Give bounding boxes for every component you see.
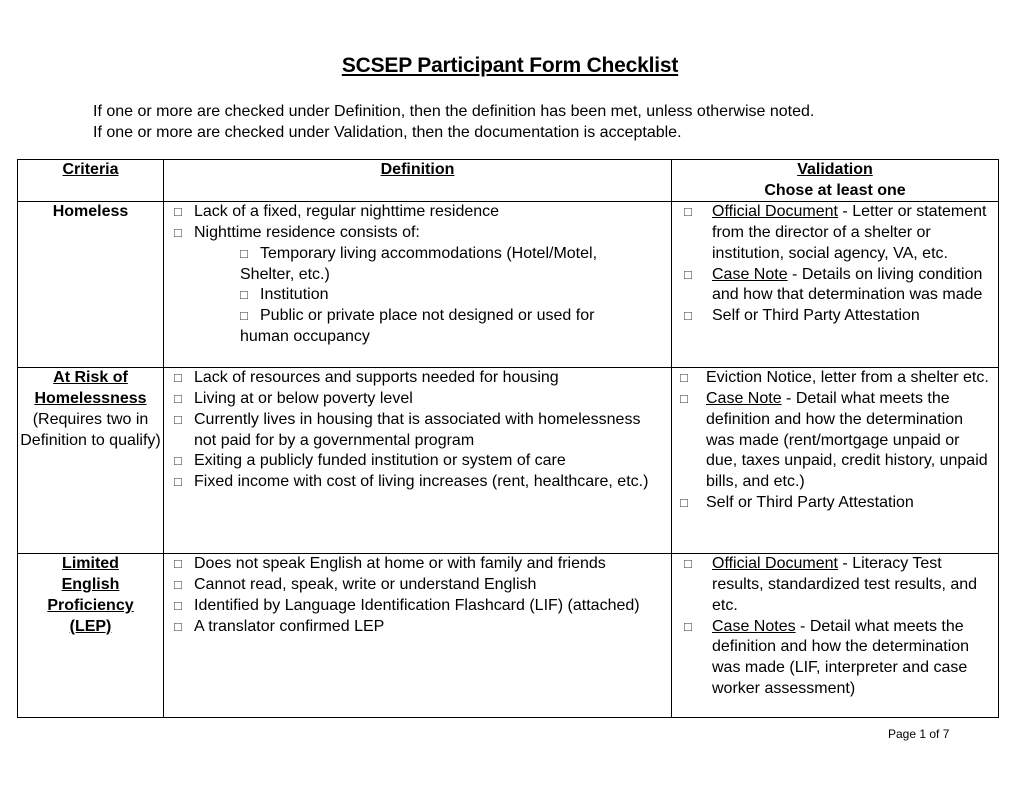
checklist-table: Criteria Definition Validation Chose at … (17, 158, 999, 719)
criteria-title: Limited (62, 555, 119, 573)
validation-cell: □ Official Document - Letter or statement… (671, 201, 999, 369)
checkbox-icon[interactable]: □ (680, 493, 706, 514)
header-validation-note: Chose at least one (764, 181, 906, 199)
header-validation-title: Validation (797, 161, 873, 178)
criteria-title: At Risk of (53, 369, 128, 387)
page-number: Page 1 of 7 (888, 727, 950, 741)
checkbox-icon[interactable]: □ (684, 554, 712, 616)
checkbox-icon[interactable]: □ (174, 389, 194, 410)
validation-label: Official Document (712, 203, 838, 221)
table-header-row: Criteria Definition Validation Chose at … (17, 158, 999, 203)
definition-item[interactable]: □ Living at or below poverty level (164, 389, 671, 410)
definition-item[interactable]: □ A translator confirmed LEP (164, 617, 671, 638)
definition-item[interactable]: □ Fixed income with cost of living increa… (164, 472, 671, 493)
checkbox-icon[interactable]: □ (684, 202, 712, 264)
checkbox-icon[interactable]: □ (174, 410, 194, 451)
checkbox-icon[interactable]: □ (174, 451, 194, 472)
validation-item[interactable]: □ Eviction Notice, letter from a shelter … (672, 368, 998, 389)
validation-label: Case Note (706, 390, 782, 408)
checkbox-icon[interactable]: □ (174, 554, 194, 575)
definition-cell: □ Lack of resources and supports needed f… (163, 367, 672, 555)
validation-item[interactable]: □ Official Document - Literacy Test resul… (672, 554, 998, 616)
criteria-title: Proficiency (47, 596, 134, 614)
intro-line: If one or more are checked under Definit… (93, 103, 815, 120)
checkbox-icon[interactable]: □ (240, 306, 260, 327)
checkbox-icon[interactable]: □ (684, 617, 712, 700)
checkbox-icon[interactable]: □ (680, 389, 706, 493)
header-criteria: Criteria (17, 158, 164, 203)
criteria-title: (LEP) (69, 617, 112, 635)
definition-subitem-continuation: human occupancy (240, 327, 370, 345)
definition-item[interactable]: □ Currently lives in housing that is asso… (164, 410, 671, 451)
definition-item[interactable]: □ Exiting a publicly funded institution o… (164, 451, 671, 472)
validation-label: Case Note (712, 265, 788, 283)
table-row: At Risk of Homelessness (Requires two in… (17, 367, 999, 555)
checkbox-icon[interactable]: □ (684, 265, 712, 306)
validation-item[interactable]: □ Case Notes - Detail what meets the defi… (672, 617, 998, 700)
criteria-title: Homeless (52, 203, 129, 221)
validation-label: Case Notes (712, 617, 796, 635)
checkbox-icon[interactable]: □ (174, 368, 194, 389)
checkbox-icon[interactable]: □ (174, 596, 194, 617)
header-validation: Validation Chose at least one (671, 158, 999, 203)
checkbox-icon[interactable]: □ (684, 306, 712, 327)
criteria-note: (Requires two in Definition to qualify) (20, 410, 161, 449)
definition-subitem[interactable]: □ Public or private place not designed or… (164, 306, 671, 327)
criteria-cell: Limited English Proficiency (LEP) (17, 553, 164, 719)
criteria-title: English (61, 576, 120, 594)
checkbox-icon[interactable]: □ (174, 617, 194, 638)
validation-item[interactable]: □ Case Note - Detail what meets the defin… (672, 389, 998, 493)
criteria-title: Homelessness (34, 390, 147, 408)
definition-item[interactable]: □ Lack of resources and supports needed f… (164, 368, 671, 389)
validation-cell: □ Eviction Notice, letter from a shelter … (671, 367, 999, 555)
criteria-cell: At Risk of Homelessness (Requires two in… (17, 367, 164, 555)
checkbox-icon[interactable]: □ (174, 202, 194, 223)
header-definition: Definition (163, 158, 672, 203)
definition-item[interactable]: □ Cannot read, speak, write or understand… (164, 575, 671, 596)
definition-subitem[interactable]: □ Institution (164, 285, 671, 306)
checkbox-icon[interactable]: □ (174, 575, 194, 596)
definition-subitem-continuation: Shelter, etc.) (240, 265, 330, 283)
criteria-cell: Homeless (17, 201, 164, 369)
checkbox-icon[interactable]: □ (240, 285, 260, 306)
table-row: Homeless □ Lack of a fixed, regular nigh… (17, 201, 999, 369)
definition-subitem[interactable]: □ Temporary living accommodations (Hotel/… (164, 244, 671, 265)
validation-cell: □ Official Document - Literacy Test resul… (671, 553, 999, 719)
validation-item[interactable]: □ Case Note - Details on living condition… (672, 265, 998, 306)
definition-cell: □ Does not speak English at home or with … (163, 553, 672, 719)
validation-item[interactable]: □ Self or Third Party Attestation (672, 306, 998, 327)
document-title: SCSEP Participant Form Checklist (341, 54, 679, 77)
validation-item[interactable]: □ Official Document - Letter or statement… (672, 202, 998, 264)
checkbox-icon[interactable]: □ (174, 223, 194, 244)
checkbox-icon[interactable]: □ (240, 244, 260, 265)
validation-label: Official Document (712, 555, 838, 573)
checkbox-icon[interactable]: □ (680, 368, 706, 389)
definition-cell: □ Lack of a fixed, regular nighttime res… (163, 201, 672, 369)
definition-item[interactable]: □ Nighttime residence consists of: (164, 223, 671, 244)
intro-line: If one or more are checked under Validat… (93, 124, 682, 141)
intro-text: If one or more are checked under Definit… (93, 101, 814, 143)
definition-item[interactable]: □ Identified by Language Identification F… (164, 596, 671, 617)
definition-item[interactable]: □ Lack of a fixed, regular nighttime res… (164, 202, 671, 223)
validation-item[interactable]: □ Self or Third Party Attestation (672, 493, 998, 514)
checkbox-icon[interactable]: □ (174, 472, 194, 493)
table-row: Limited English Proficiency (LEP) □ Does … (17, 553, 999, 719)
definition-item[interactable]: □ Does not speak English at home or with … (164, 554, 671, 575)
